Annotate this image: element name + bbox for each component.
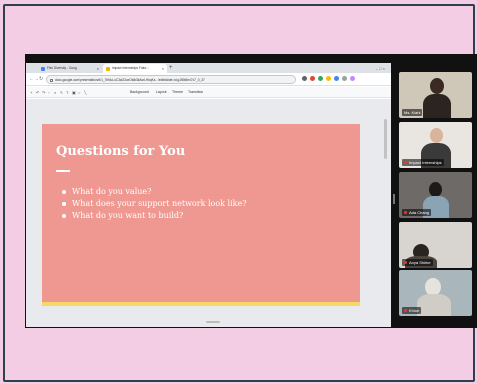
tab-label: Fish Diversity - Goog: [47, 66, 77, 70]
extension-icon[interactable]: [310, 76, 315, 81]
menu-theme[interactable]: Theme: [172, 90, 183, 94]
add-icon[interactable]: +: [30, 90, 32, 95]
participant-name: Ada Chang: [402, 209, 432, 216]
menu-layout[interactable]: Layout: [156, 90, 167, 94]
scrollbar[interactable]: [384, 119, 387, 159]
muted-mic-icon: [404, 261, 407, 265]
muted-mic-icon: [404, 161, 407, 165]
shape-icon[interactable]: ○: [78, 90, 80, 95]
participant-name: Anya Shirke: [402, 259, 433, 266]
shared-screen: Fish Diversity - Goog × Impact Internshi…: [25, 54, 477, 328]
participants-panel: Ms. Kiahl Impact Internships Ada Chang A…: [397, 70, 477, 328]
title-underline: [56, 170, 70, 172]
extension-icon[interactable]: [318, 76, 323, 81]
browser-window: Fish Diversity - Goog × Impact Internshi…: [26, 63, 391, 327]
slide-bullets: What do you value? What does your suppor…: [62, 186, 247, 222]
bullet-item: What do you value?: [62, 186, 247, 198]
tab-impact-internships[interactable]: Impact Internships Futur... ×: [103, 64, 167, 73]
close-icon[interactable]: ×: [97, 64, 99, 73]
participant-tile[interactable]: Ada Chang: [399, 172, 472, 218]
slide-canvas: Questions for You What do you value? Wha…: [26, 99, 391, 327]
select-icon[interactable]: ↖: [60, 90, 63, 95]
slide-accent-bar: [42, 302, 360, 306]
print-icon[interactable]: ▫: [48, 90, 49, 95]
screenshot-frame: Fish Diversity - Goog × Impact Internshi…: [3, 4, 477, 382]
participant-name: Ms. Kiahl: [402, 109, 423, 116]
extension-icons: [302, 76, 355, 83]
participant-tile[interactable]: Ms. Kiahl: [399, 72, 472, 118]
muted-mic-icon: [404, 211, 407, 215]
participant-tile[interactable]: Impact Internships: [399, 122, 472, 168]
profile-avatar[interactable]: [350, 76, 355, 81]
participant-name-text: Impact Internships: [409, 160, 442, 165]
participant-tile[interactable]: Anya Shirke: [399, 222, 472, 268]
undo-icon[interactable]: ↶: [36, 90, 39, 95]
menu-transition[interactable]: Transition: [188, 90, 203, 94]
menu-background[interactable]: Background: [130, 90, 149, 94]
window-controls[interactable]: – □ ×: [376, 64, 385, 73]
panel-splitter[interactable]: [393, 194, 395, 204]
extension-icon[interactable]: [326, 76, 331, 81]
extension-icon[interactable]: [334, 76, 339, 81]
zoom-icon[interactable]: ⌕: [54, 90, 56, 95]
extension-icon[interactable]: [342, 76, 347, 81]
participant-name-text: Ada Chang: [409, 210, 430, 215]
image-icon[interactable]: ▣: [72, 90, 76, 95]
participant-name: Khloe: [402, 307, 422, 314]
participant-tile[interactable]: Khloe: [399, 270, 472, 316]
reload-button[interactable]: ↻: [39, 76, 43, 82]
extension-icon[interactable]: [302, 76, 307, 81]
lock-icon: [50, 78, 53, 82]
muted-mic-icon: [404, 309, 407, 313]
url-input[interactable]: docs.google.com/presentation/d/1_7bNuLoC…: [46, 75, 296, 84]
participant-video: [430, 78, 444, 94]
participant-video: [423, 94, 451, 118]
participant-name: Impact Internships: [402, 159, 444, 166]
close-icon[interactable]: ×: [162, 64, 164, 73]
bullet-item: What do you want to build?: [62, 210, 247, 222]
participant-video: [430, 128, 443, 143]
participant-video: [429, 182, 442, 197]
tab-fish-diversity[interactable]: Fish Diversity - Goog ×: [38, 64, 102, 73]
url-text: docs.google.com/presentation/d/1_7bNuLoC…: [55, 78, 205, 82]
new-tab-button[interactable]: +: [169, 64, 173, 73]
tab-strip: Fish Diversity - Goog × Impact Internshi…: [26, 63, 391, 73]
slide-title: Questions for You: [56, 144, 186, 159]
tab-label: Impact Internships Futur...: [112, 66, 149, 70]
address-bar: ← → ↻ docs.google.com/presentation/d/1_7…: [26, 73, 391, 86]
slides-toolbar: + ↶ ↷ ▫ ⌕ ↖ T ▣ ○ ╲ Background Layout Th…: [26, 87, 391, 98]
participant-name-text: Anya Shirke: [409, 260, 431, 265]
slides-favicon-icon: [106, 66, 110, 71]
redo-icon[interactable]: ↷: [42, 90, 45, 95]
textbox-icon[interactable]: T: [66, 90, 68, 95]
docs-favicon-icon: [41, 66, 45, 71]
bullet-item: What does your support network look like…: [62, 198, 247, 210]
participant-name-text: Khloe: [409, 308, 420, 313]
current-slide[interactable]: Questions for You What do you value? Wha…: [42, 124, 360, 302]
participant-video: [417, 294, 451, 316]
line-icon[interactable]: ╲: [84, 90, 86, 95]
speaker-notes-handle[interactable]: [206, 321, 220, 323]
